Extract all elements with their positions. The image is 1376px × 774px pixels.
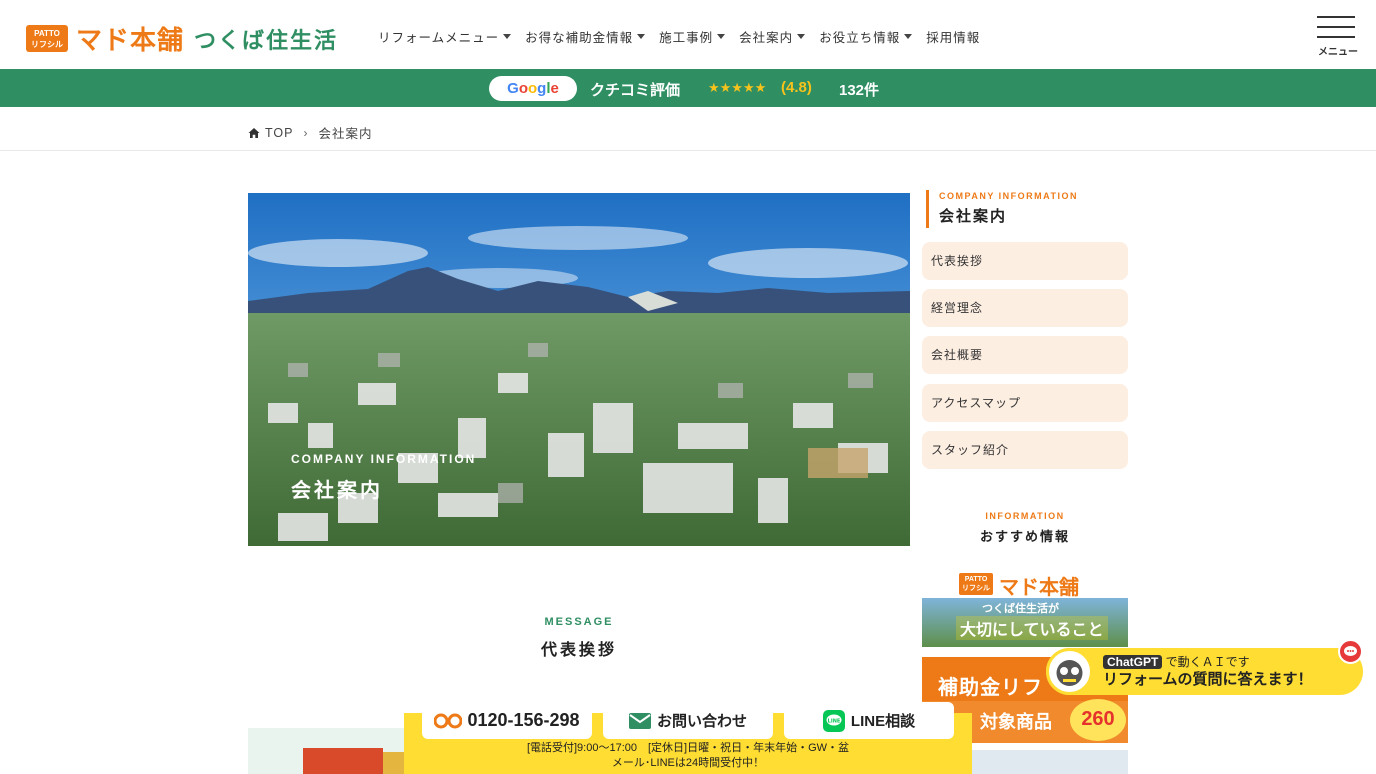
banner2-title: 補助金リフ [938,677,1043,699]
caret-down-icon [797,34,806,39]
nav-item-reform-menu[interactable]: リフォームメニュー [378,27,512,46]
caret-down-icon [717,34,726,39]
line-icon: LINE [822,709,845,732]
menu-label: メニュー [1318,47,1358,58]
banner2-sub: 対象商品 [980,712,1052,732]
logo-sub-text: つくば住生活 [194,27,339,53]
cta-bar: 0120-156-298 お問い合わせ LINE LINE相談 [電話受付]9:… [404,702,972,774]
star-rating-icon: ★★★★★ [708,81,767,96]
logo-badge-top: PATTO [34,29,60,38]
review-count: 132件 [839,82,880,99]
banner-badge-top: PATTO [964,576,988,583]
sidebar-item-staff[interactable]: スタッフ紹介 [922,431,1128,469]
line-label: LINE相談 [850,713,916,730]
home-icon [248,127,260,138]
sidebar-item-philosophy[interactable]: 経営理念 [922,289,1128,327]
review-score: (4.8) [781,79,812,96]
hero-title: 会社案内 [291,480,383,502]
sidebar-heading-ja: 会社案内 [939,208,1008,225]
logo-badge-bottom: リフシル [31,40,63,49]
breadcrumb-home-link[interactable]: TOP [265,126,293,140]
caret-down-icon [503,34,512,39]
nav-item-subsidy[interactable]: お得な補助金情報 [525,27,646,46]
hamburger-menu-button[interactable]: メニュー [1317,16,1358,58]
contact-label: お問い合わせ [656,713,747,730]
review-label: クチコミ評価 [590,82,681,99]
robot-avatar-icon [1046,648,1093,695]
line-consult-button[interactable]: LINE LINE相談 [784,702,954,739]
breadcrumb: TOP › 会社案内 [0,107,1376,151]
sidebar-item-access-map[interactable]: アクセスマップ [922,384,1128,422]
banner-sub-text: つくば住生活が [982,603,1059,615]
hamburger-icon-bar [1317,26,1355,28]
nav-label: 会社案内 [739,31,794,45]
nav-label: お役立ち情報 [819,31,901,45]
breadcrumb-current: 会社案内 [318,127,373,141]
cta-note: [電話受付]9:00～17:00 [定休日]日曜・祝日・年末年始・GW・盆 メー… [404,741,972,771]
nav-label: 採用情報 [926,31,981,45]
nav-label: お得な補助金情報 [525,31,634,45]
banner-big-text: 大切にしていること [956,616,1108,640]
review-bar[interactable]: Google クチコミ評価 ★★★★★ (4.8) 132件 [0,69,1376,107]
banner-what-we-value[interactable]: PATTO リフシル マド本舗 つくば住生活が 大切にしていること [922,561,1128,647]
chat-bubble-icon[interactable] [1338,639,1363,664]
global-nav: リフォームメニュー お得な補助金情報 施工事例 会社案内 お役立ち情報 採用情報 [378,27,994,46]
logo-badge: PATTO リフシル [26,25,68,52]
phone-button[interactable]: 0120-156-298 [422,702,592,739]
caret-down-icon [904,34,913,39]
hamburger-icon-bar [1317,36,1355,38]
hero-label-en: COMPANY INFORMATION [291,452,477,466]
hero-image: COMPANY INFORMATION 会社案内 [248,193,910,546]
logo-main-text: マド本舗 [76,25,185,55]
chevron-right-icon: › [303,125,309,140]
chat-line1-text: で動くＡＩです [1162,655,1250,669]
cta-24h-note: メール･LINEは24時間受付中！ [611,757,765,769]
sidebar-item-greeting[interactable]: 代表挨拶 [922,242,1128,280]
nav-label: リフォームメニュー [378,31,500,45]
nav-item-company[interactable]: 会社案内 [739,27,806,46]
phone-number: 0120-156-298 [467,710,580,730]
caret-down-icon [637,34,646,39]
banner-main-text: マド本舗 [999,577,1079,599]
banner-logo-badge: PATTO リフシル [959,573,993,595]
site-logo[interactable]: PATTO リフシル マド本舗 つくば住生活 [26,20,338,57]
sidebar-item-overview[interactable]: 会社概要 [922,336,1128,374]
sidebar-heading-en: COMPANY INFORMATION [939,191,1078,201]
chatgpt-label: ChatGPT [1103,655,1163,669]
ai-chat-widget[interactable]: ChatGPT で動くＡＩです リフォームの質問に答えます！ [1046,648,1363,695]
svg-text:LINE: LINE [828,718,841,724]
cta-hours: [電話受付]9:00～17:00 [定休日]日曜・祝日・年末年始・GW・盆 [526,742,850,754]
banner2-amount-badge: 260 [1070,699,1126,741]
mail-icon [628,712,651,729]
nav-item-useful-info[interactable]: お役立ち情報 [819,27,913,46]
info-title: おすすめ情報 [979,529,1070,544]
hamburger-icon [1317,16,1355,18]
info-label-en: INFORMATION [985,511,1065,521]
message-photo [303,748,383,774]
nav-item-cases[interactable]: 施工事例 [659,27,726,46]
contact-button[interactable]: お問い合わせ [603,702,773,739]
sidebar-heading: COMPANY INFORMATION 会社案内 [926,190,1130,228]
nav-item-recruit[interactable]: 採用情報 [926,27,980,46]
chat-line2: リフォームの質問に答えます！ [1103,671,1313,688]
site-header: PATTO リフシル マド本舗 つくば住生活 リフォームメニュー お得な補助金情… [0,0,1376,69]
nav-label: 施工事例 [659,31,714,45]
free-dial-icon [434,713,463,728]
banner-badge-bottom: リフシル [962,585,990,592]
google-logo: Google [489,76,577,101]
